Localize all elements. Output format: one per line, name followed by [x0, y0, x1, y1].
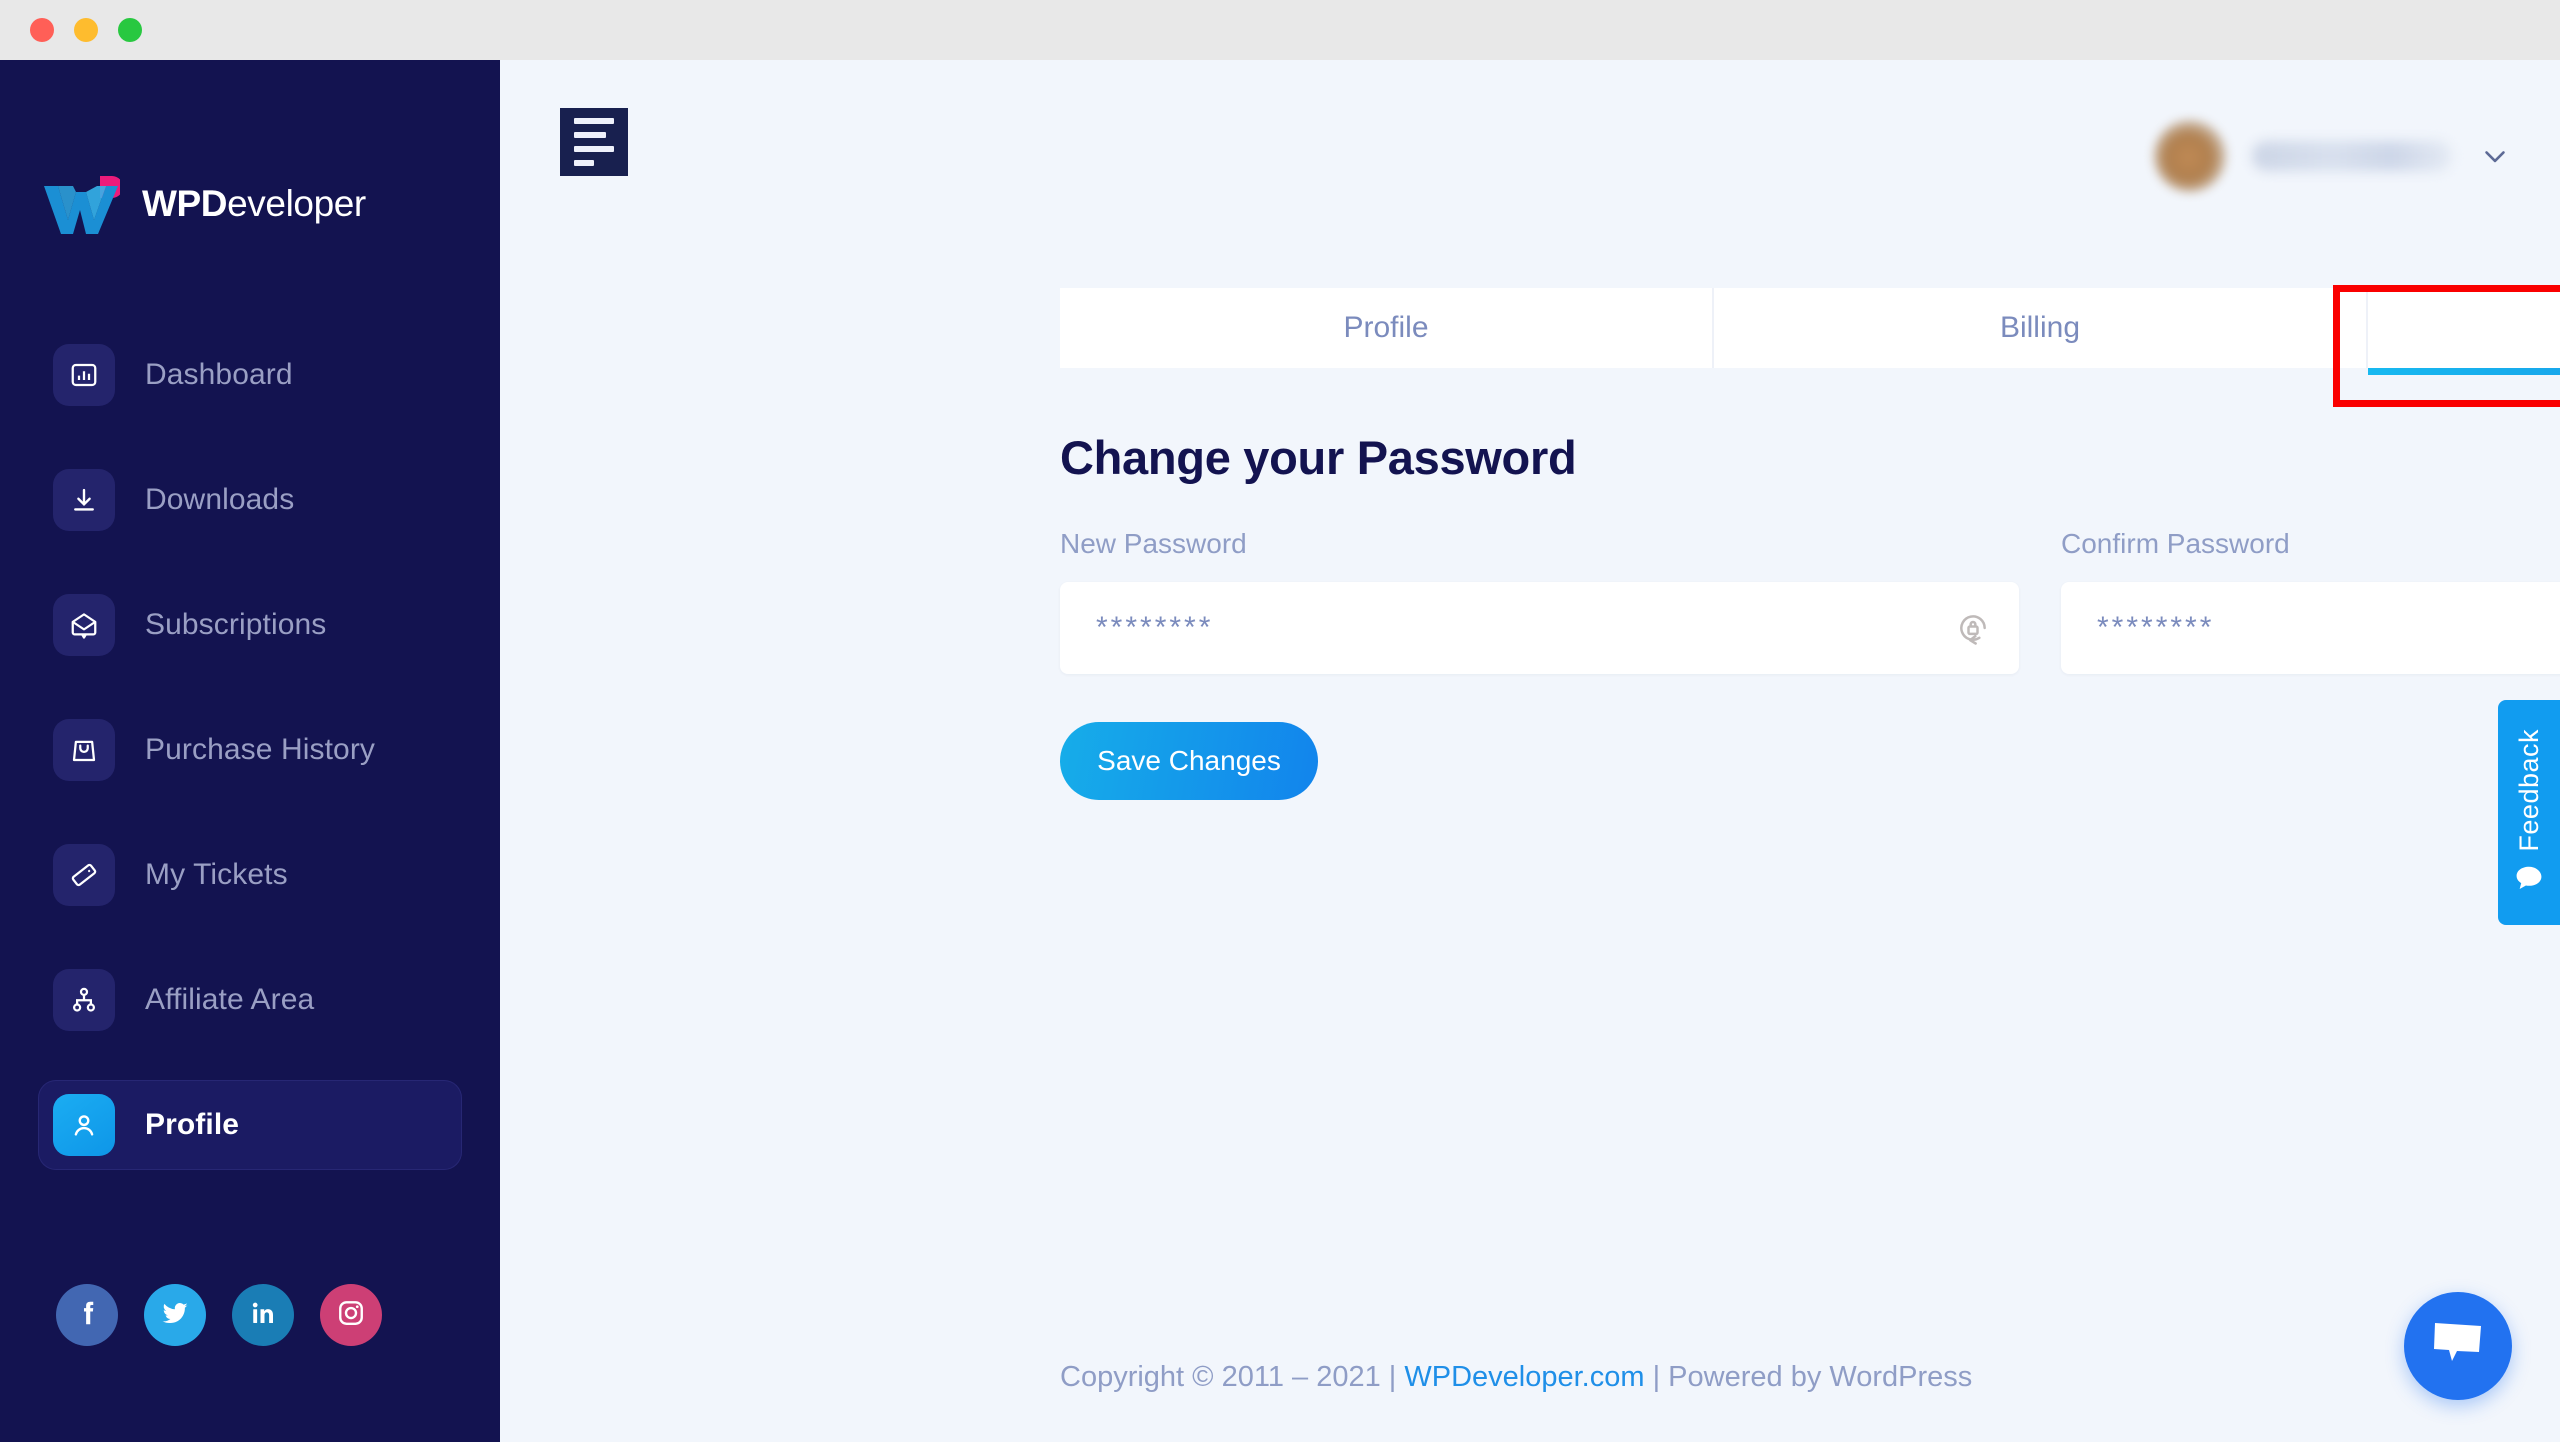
topbar	[500, 60, 2560, 202]
hamburger-menu-icon[interactable]	[560, 108, 628, 176]
sidebar-item-purchase-history[interactable]: Purchase History	[38, 705, 462, 795]
instagram-icon	[336, 1298, 366, 1333]
footer-link-wpdeveloper[interactable]: WPDeveloper.com	[1404, 1361, 1644, 1393]
social-link-facebook[interactable]	[56, 1284, 118, 1346]
brand-logo[interactable]: WPDeveloper	[42, 172, 366, 236]
twitter-icon	[160, 1298, 190, 1333]
field-label: New Password	[1060, 528, 1247, 559]
page-title: Change your Password	[1060, 431, 1577, 484]
confirm-password-input-wrapper	[2061, 582, 2560, 674]
sidebar-item-label: My Tickets	[145, 858, 288, 891]
close-window-button[interactable]	[30, 18, 54, 42]
password-lock-icon[interactable]	[1953, 608, 1993, 648]
brand-name: WPDeveloper	[142, 183, 366, 225]
sidebar-item-label: Dashboard	[145, 358, 293, 391]
shopping-bag-icon	[53, 719, 115, 781]
maximize-window-button[interactable]	[118, 18, 142, 42]
tab-password[interactable]: Password	[2368, 288, 2560, 375]
window-titlebar	[0, 0, 2560, 60]
app-window: WPDeveloper Dashboard Downloads Subscrip…	[0, 60, 2560, 1442]
footer-prefix: Copyright © 2011 – 2021 |	[1060, 1361, 1405, 1393]
main-content: Profile Billing Password Change your Pas…	[500, 60, 2560, 1442]
hamburger-line	[574, 146, 614, 152]
sidebar-item-subscriptions[interactable]: Subscriptions	[38, 580, 462, 670]
sidebar-item-label: Downloads	[145, 483, 295, 516]
facebook-icon	[72, 1298, 102, 1333]
tab-label: Billing	[1999, 311, 2081, 344]
save-changes-button[interactable]: Save Changes	[1060, 722, 1318, 800]
sidebar-item-downloads[interactable]: Downloads	[38, 455, 462, 545]
hamburger-line	[574, 118, 614, 124]
tab-profile[interactable]: Profile	[1060, 288, 1714, 368]
chevron-down-icon	[2478, 139, 2512, 173]
download-icon	[53, 469, 115, 531]
linkedin-icon	[248, 1298, 278, 1333]
sidebar-item-affiliate-area[interactable]: Affiliate Area	[38, 955, 462, 1045]
feedback-label: Feedback	[2513, 728, 2544, 852]
footer-suffix: | Powered by WordPress	[1644, 1361, 1973, 1393]
hamburger-line	[574, 132, 606, 138]
speech-bubble-icon	[2514, 865, 2544, 896]
brand-name-rest: eveloper	[227, 183, 366, 224]
social-link-linkedin[interactable]	[232, 1284, 294, 1346]
sidebar-item-label: Affiliate Area	[145, 983, 315, 1016]
new-password-input[interactable]	[1060, 582, 2019, 674]
field-new-password: New Password	[1060, 528, 2019, 674]
footer-copyright: Copyright © 2011 – 2021 | WPDeveloper.co…	[1060, 1361, 1972, 1394]
sidebar: WPDeveloper Dashboard Downloads Subscrip…	[0, 60, 500, 1442]
sidebar-item-my-tickets[interactable]: My Tickets	[38, 830, 462, 920]
avatar	[2154, 120, 2226, 192]
sidebar-item-label: Purchase History	[145, 733, 376, 766]
confirm-password-input[interactable]	[2061, 582, 2560, 674]
field-label: Confirm Password	[2061, 528, 2290, 559]
ticket-icon	[53, 844, 115, 906]
sidebar-item-label: Subscriptions	[145, 608, 327, 641]
social-link-instagram[interactable]	[320, 1284, 382, 1346]
user-menu[interactable]	[2154, 120, 2512, 192]
settings-tabs: Profile Billing Password	[1060, 288, 2560, 375]
user-name-label	[2252, 141, 2452, 171]
envelope-open-icon	[53, 594, 115, 656]
field-confirm-password: Confirm Password	[2061, 528, 2560, 674]
tab-label: Profile	[1343, 311, 1429, 344]
tab-billing[interactable]: Billing	[1714, 288, 2368, 368]
sidebar-nav: Dashboard Downloads Subscriptions Purcha…	[0, 330, 500, 1205]
traffic-lights	[30, 18, 142, 42]
new-password-input-wrapper	[1060, 582, 2019, 674]
wpdeveloper-w-logo-icon	[42, 172, 123, 236]
sidebar-item-label: Profile	[145, 1108, 240, 1141]
brand-name-bold: WPD	[142, 183, 228, 224]
user-icon	[53, 1094, 115, 1156]
sitemap-icon	[53, 969, 115, 1031]
social-links	[56, 1284, 382, 1346]
chat-bubble-icon	[2431, 1320, 2485, 1373]
chat-launcher-button[interactable]	[2404, 1292, 2512, 1400]
social-link-twitter[interactable]	[144, 1284, 206, 1346]
sidebar-item-profile[interactable]: Profile	[38, 1080, 462, 1170]
sidebar-item-dashboard[interactable]: Dashboard	[38, 330, 462, 420]
hamburger-line	[574, 160, 594, 166]
minimize-window-button[interactable]	[74, 18, 98, 42]
chart-bar-icon	[53, 344, 115, 406]
password-form: New Password Confirm Password	[1060, 528, 2560, 674]
feedback-tab[interactable]: Feedback	[2498, 700, 2560, 925]
